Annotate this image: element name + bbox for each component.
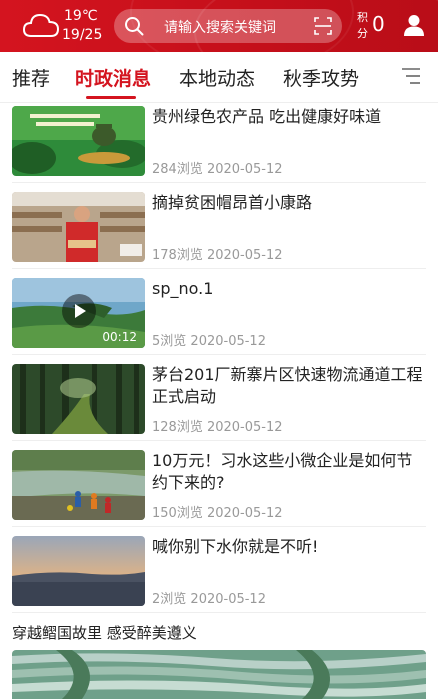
divider bbox=[0, 102, 438, 103]
points-label[interactable]: 积分 bbox=[357, 10, 369, 42]
view-count: 128浏览 bbox=[152, 420, 203, 435]
weather-temperature: 19℃ bbox=[64, 8, 98, 24]
weather-temp-range: 19/25 bbox=[62, 27, 103, 43]
publish-date: 2020-05-12 bbox=[206, 162, 283, 177]
divider bbox=[12, 612, 426, 613]
category-tabs: 推荐 时政消息 本地动态 秋季攻势 bbox=[0, 52, 438, 102]
news-item[interactable]: 喊你别下水你就是不听! 2浏览 2020-05-12 bbox=[0, 536, 438, 622]
publish-date: 2020-05-12 bbox=[206, 420, 283, 435]
scan-icon[interactable] bbox=[314, 17, 332, 35]
publish-date: 2020-05-12 bbox=[206, 506, 283, 521]
news-title: 摘掉贫困帽昂首小康路 bbox=[152, 193, 313, 212]
cloud-icon bbox=[22, 13, 60, 37]
menu-icon[interactable] bbox=[402, 67, 420, 85]
divider bbox=[12, 182, 426, 183]
news-thumbnail bbox=[12, 364, 145, 434]
feature-image[interactable] bbox=[12, 650, 426, 699]
tab-politics[interactable]: 时政消息 bbox=[75, 64, 151, 91]
news-item[interactable]: 摘掉贫困帽昂首小康路 178浏览 2020-05-12 bbox=[0, 192, 438, 278]
news-thumbnail bbox=[12, 536, 145, 606]
divider bbox=[12, 268, 426, 269]
tab-autumn[interactable]: 秋季攻势 bbox=[283, 64, 359, 91]
news-title: 10万元！习水这些小微企业是如何节约下来的? bbox=[152, 451, 413, 492]
active-tab-indicator bbox=[86, 96, 136, 99]
news-thumbnail bbox=[12, 192, 145, 262]
search-placeholder: 请输入搜索关键词 bbox=[164, 20, 276, 36]
tab-recommend[interactable]: 推荐 bbox=[12, 64, 50, 91]
news-title: sp_no.1 bbox=[152, 279, 214, 298]
news-meta: 5浏览 2020-05-12 bbox=[152, 330, 266, 349]
divider bbox=[12, 526, 426, 527]
search-icon bbox=[125, 17, 144, 36]
top-header: 19℃ 19/25 请输入搜索关键词 积分 0 bbox=[0, 0, 438, 52]
view-count: 150浏览 bbox=[152, 506, 203, 521]
view-count: 284浏览 bbox=[152, 162, 203, 177]
divider bbox=[12, 440, 426, 441]
news-meta: 284浏览 2020-05-12 bbox=[152, 158, 283, 177]
news-meta: 2浏览 2020-05-12 bbox=[152, 588, 266, 607]
video-thumbnail: 00:12 bbox=[12, 278, 145, 348]
news-meta: 150浏览 2020-05-12 bbox=[152, 502, 283, 521]
user-icon[interactable] bbox=[404, 14, 424, 36]
publish-date: 2020-05-12 bbox=[190, 334, 266, 349]
news-item[interactable]: 茅台201厂新寨片区快速物流通道工程正式启动 128浏览 2020-05-12 bbox=[0, 364, 438, 450]
news-title: 贵州绿色农产品 吃出健康好味道 bbox=[152, 107, 382, 126]
tab-local[interactable]: 本地动态 bbox=[179, 64, 255, 91]
news-item[interactable]: 10万元！习水这些小微企业是如何节约下来的? 150浏览 2020-05-12 bbox=[0, 450, 438, 536]
video-item[interactable]: 00:12 sp_no.1 5浏览 2020-05-12 bbox=[0, 278, 438, 364]
view-count: 5浏览 bbox=[152, 334, 187, 349]
news-title: 茅台201厂新寨片区快速物流通道工程正式启动 bbox=[152, 365, 423, 406]
view-count: 178浏览 bbox=[152, 248, 203, 263]
video-duration: 00:12 bbox=[102, 330, 137, 344]
view-count: 2浏览 bbox=[152, 592, 187, 607]
news-title: 喊你别下水你就是不听! bbox=[152, 537, 319, 556]
publish-date: 2020-05-12 bbox=[190, 592, 266, 607]
news-meta: 128浏览 2020-05-12 bbox=[152, 416, 283, 435]
play-icon[interactable] bbox=[62, 294, 96, 328]
news-meta: 178浏览 2020-05-12 bbox=[152, 244, 283, 263]
search-bar[interactable]: 请输入搜索关键词 bbox=[114, 9, 342, 43]
publish-date: 2020-05-12 bbox=[206, 248, 283, 263]
points-value[interactable]: 0 bbox=[372, 12, 385, 36]
news-thumbnail bbox=[12, 450, 145, 520]
news-thumbnail bbox=[12, 106, 145, 176]
news-item[interactable]: 贵州绿色农产品 吃出健康好味道 284浏览 2020-05-12 bbox=[0, 106, 438, 192]
feature-title[interactable]: 穿越鳛国故里 感受醉美遵义 bbox=[12, 622, 197, 643]
divider bbox=[12, 354, 426, 355]
